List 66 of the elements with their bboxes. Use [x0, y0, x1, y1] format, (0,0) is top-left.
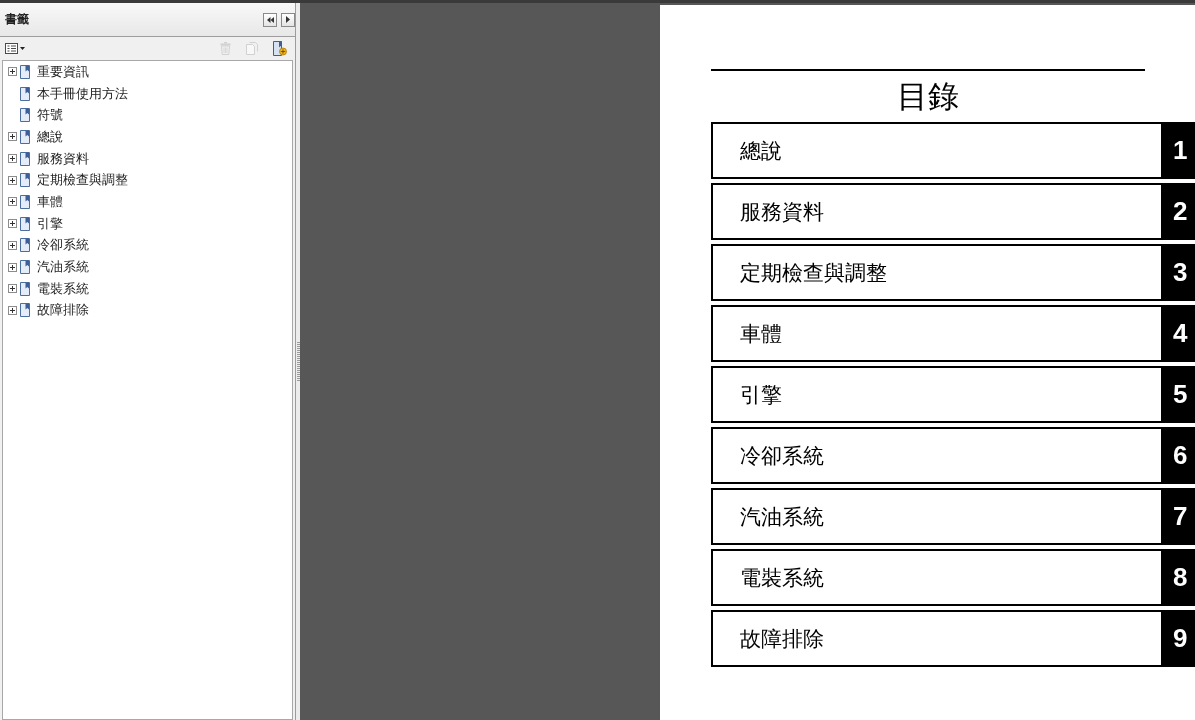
plus-box-icon[interactable] — [8, 284, 17, 294]
bookmark-label[interactable]: 汽油系統 — [37, 258, 89, 277]
bookmark-label[interactable]: 重要資訊 — [37, 62, 89, 81]
chapter-title: 定期檢查與調整 — [711, 244, 1163, 301]
panel-menu-button[interactable] — [281, 12, 295, 27]
bookmark-label[interactable]: 總說 — [37, 127, 63, 146]
bookmark-icon — [20, 194, 30, 209]
plus-box-icon[interactable] — [8, 197, 17, 207]
plus-box-icon[interactable] — [8, 219, 17, 229]
plus-box-icon[interactable] — [8, 240, 17, 250]
plus-box-icon[interactable] — [8, 67, 17, 77]
bookmark-icon — [20, 216, 30, 231]
double-left-arrow-icon — [266, 16, 274, 23]
trash-icon — [220, 42, 231, 55]
bookmark-icon — [20, 108, 30, 123]
bookmark-icon — [20, 86, 30, 101]
chapter-title: 服務資料 — [711, 183, 1163, 240]
chapter-title: 電裝系統 — [711, 549, 1163, 606]
plus-box-icon[interactable] — [8, 132, 17, 142]
list-icon — [5, 43, 18, 54]
plus-box-icon[interactable] — [8, 154, 17, 164]
plus-box-icon[interactable] — [8, 262, 17, 272]
bookmark-label[interactable]: 引擎 — [37, 214, 63, 233]
plus-box-icon[interactable] — [8, 175, 17, 185]
chapter-number-marker: 1 — [1163, 122, 1195, 179]
chapter-title: 冷卻系統 — [711, 427, 1163, 484]
bookmark-icon — [20, 151, 30, 166]
right-triangle-icon — [286, 16, 290, 23]
chapter-number-marker: 2 — [1163, 183, 1195, 240]
bookmark-label[interactable]: 故障排除 — [37, 301, 89, 320]
bookmark-add-icon — [273, 41, 287, 56]
chapter-number-marker: 9 — [1163, 610, 1195, 667]
bookmark-label[interactable]: 符號 — [37, 106, 63, 125]
chapter-number-marker: 6 — [1163, 427, 1195, 484]
chapter-title: 引擎 — [711, 366, 1163, 423]
options-button[interactable] — [3, 42, 27, 55]
chapter-number-marker: 7 — [1163, 488, 1195, 545]
bookmark-icon — [20, 281, 30, 296]
bookmark-icon — [20, 238, 30, 253]
chapter-number-marker: 4 — [1163, 305, 1195, 362]
bookmark-label[interactable]: 電裝系統 — [37, 279, 89, 298]
chapter-number-marker: 5 — [1163, 366, 1195, 423]
new-bookmark-button[interactable] — [271, 40, 289, 57]
chapter-number-marker: 8 — [1163, 549, 1195, 606]
bookmark-icon — [20, 303, 30, 318]
chapter-title: 總說 — [711, 122, 1163, 179]
bookmark-label[interactable]: 冷卻系統 — [37, 236, 89, 255]
bookmark-icon — [20, 129, 30, 144]
bookmark-label[interactable]: 服務資料 — [37, 149, 89, 168]
bookmark-label[interactable]: 車體 — [37, 192, 63, 211]
panel-title: 書籤 — [5, 11, 29, 28]
pages-icon — [246, 42, 258, 55]
chapter-title: 車體 — [711, 305, 1163, 362]
caret-icon — [20, 47, 25, 50]
bookmark-icon — [20, 64, 30, 79]
bookmark-icon — [20, 260, 30, 275]
bookmark-icon — [20, 173, 30, 188]
plus-box-icon[interactable] — [8, 305, 17, 315]
chapter-title: 故障排除 — [711, 610, 1163, 667]
bookmark-label[interactable]: 定期檢查與調整 — [37, 171, 128, 190]
bookmark-label[interactable]: 本手冊使用方法 — [37, 84, 128, 103]
splitter-grip[interactable] — [296, 341, 300, 382]
collapse-panel-button[interactable] — [263, 12, 277, 27]
chapter-title: 汽油系統 — [711, 488, 1163, 545]
chapter-number-marker: 3 — [1163, 244, 1195, 301]
page-heading: 目錄 — [896, 80, 960, 112]
